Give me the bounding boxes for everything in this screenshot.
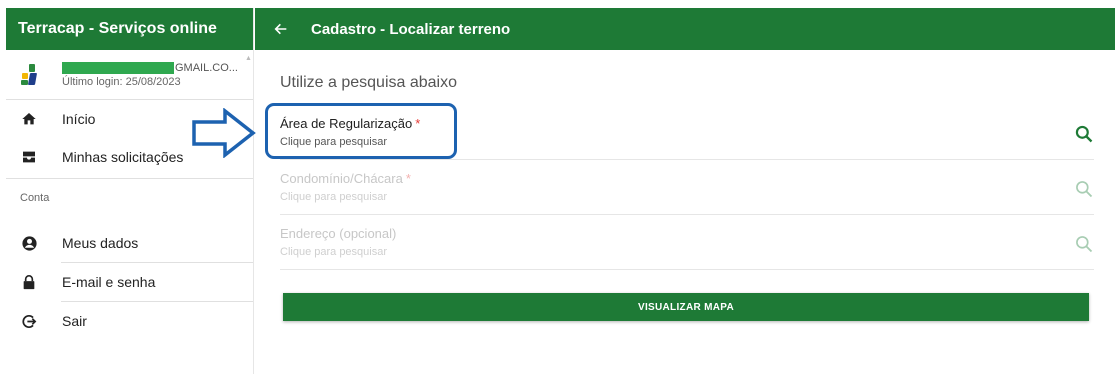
main-content: Utilize a pesquisa abaixo Área de Regula… — [255, 50, 1115, 374]
sidebar-item-label: Sair — [62, 313, 87, 329]
field-hint: Clique para pesquisar — [280, 191, 388, 203]
top-app-bar: Cadastro - Localizar terreno — [255, 8, 1115, 50]
user-profile: GMAIL.CO... Último login: 25/08/2023 ▲ — [6, 50, 253, 100]
user-email: GMAIL.CO... — [62, 61, 238, 74]
field-hint: Clique para pesquisar — [280, 246, 388, 258]
sidebar-item-sair[interactable]: Sair — [6, 302, 253, 340]
search-icon[interactable] — [1074, 179, 1094, 199]
sidebar-item-meus-dados[interactable]: Meus dados — [6, 224, 253, 262]
logout-icon — [20, 312, 38, 330]
sidebar-item-label: Minhas solicitações — [62, 149, 184, 165]
area-regularizacao-field[interactable]: Área de Regularização * Clique para pesqu… — [280, 108, 1094, 160]
sidebar-item-email-senha[interactable]: E-mail e senha — [6, 263, 253, 301]
back-arrow-icon[interactable] — [273, 19, 293, 39]
field-hint: Clique para pesquisar — [280, 136, 388, 148]
condominio-chacara-field[interactable]: Condomínio/Chácara * Clique para pesquisa… — [280, 163, 1094, 215]
field-label: Endereço (opcional) — [280, 226, 397, 241]
redacted-email-mask — [62, 61, 174, 74]
endereco-field[interactable]: Endereço (opcional) Clique para pesquisa… — [280, 218, 1094, 270]
required-mark: * — [405, 171, 411, 186]
search-icon[interactable] — [1074, 124, 1094, 144]
lock-icon — [20, 273, 38, 291]
required-mark: * — [415, 116, 421, 131]
sidebar-item-label: Meus dados — [62, 235, 139, 251]
last-login-text: Último login: 25/08/2023 — [62, 75, 181, 88]
inbox-icon — [20, 148, 38, 166]
intro-text: Utilize a pesquisa abaixo — [280, 74, 457, 91]
sidebar-item-label: E-mail e senha — [62, 274, 156, 290]
scrollbar-up-icon[interactable]: ▲ — [245, 55, 252, 66]
annotation-arrow-icon — [192, 108, 256, 158]
page-title: Cadastro - Localizar terreno — [311, 20, 511, 38]
section-label-conta: Conta — [6, 178, 253, 216]
search-icon[interactable] — [1074, 234, 1094, 254]
app-root: Terracap - Serviços online GMAIL.CO... Ú… — [0, 0, 1115, 374]
terracap-logo — [20, 63, 40, 86]
sidebar-item-label: Início — [62, 111, 96, 127]
field-label: Condomínio/Chácara — [280, 171, 403, 186]
sidebar-title: Terracap - Serviços online — [6, 8, 253, 50]
account-circle-icon — [20, 234, 38, 252]
email-suffix: GMAIL.CO... — [175, 61, 238, 74]
visualizar-mapa-button[interactable]: VISUALIZAR MAPA — [283, 293, 1089, 321]
sidebar: Terracap - Serviços online GMAIL.CO... Ú… — [6, 8, 254, 374]
field-label: Área de Regularização — [280, 116, 413, 131]
home-icon — [20, 110, 38, 128]
